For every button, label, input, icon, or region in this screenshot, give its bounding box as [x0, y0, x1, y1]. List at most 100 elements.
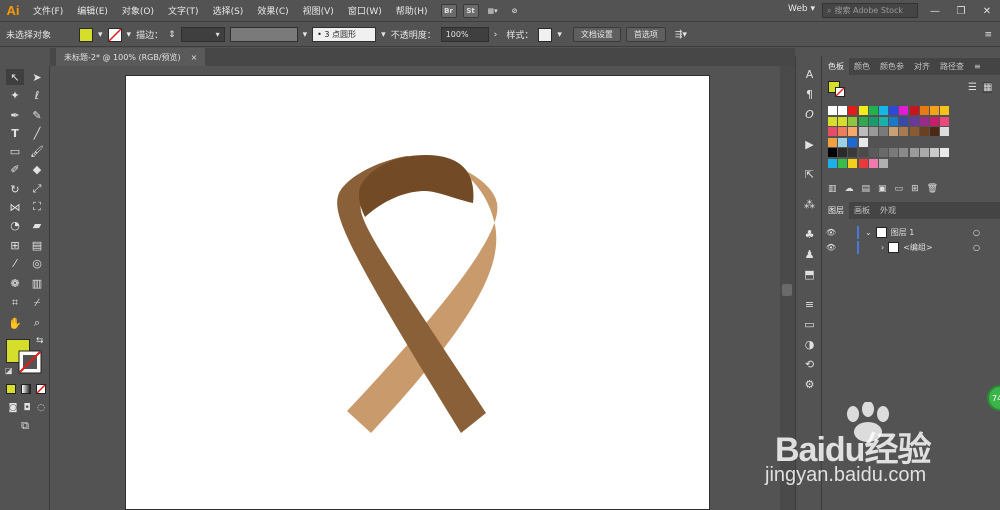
gradient-panel-icon[interactable]: ▭ — [801, 316, 818, 332]
swatch-chip[interactable] — [828, 106, 837, 115]
visibility-eye-icon[interactable]: 👁 — [823, 228, 839, 237]
grid-view-icon[interactable]: ▦ — [983, 82, 993, 93]
swatch-chip[interactable] — [828, 127, 837, 137]
lasso-tool-icon[interactable]: ℓ — [28, 87, 46, 103]
swatch-chip[interactable] — [919, 106, 929, 115]
close-icon[interactable]: ✕ — [974, 6, 1000, 17]
swatch-chip[interactable] — [879, 116, 888, 126]
swatch-chip[interactable] — [940, 127, 950, 137]
swatch-chip[interactable] — [868, 148, 878, 158]
swatch-chip[interactable] — [828, 148, 837, 158]
menu-type[interactable]: 文字(T) — [161, 4, 206, 17]
direct-selection-tool-icon[interactable]: ➤ — [28, 69, 46, 85]
stroke-stepper-icon[interactable]: ⇕ — [168, 30, 176, 40]
swatch-chip[interactable] — [909, 116, 919, 126]
settings-icon[interactable]: ⚙ — [801, 376, 818, 392]
opacity-field[interactable]: 100% — [440, 27, 489, 42]
swatch-chip[interactable] — [909, 127, 919, 137]
swatch-chip[interactable] — [909, 106, 919, 115]
bridge-icon[interactable]: Br — [440, 3, 457, 18]
swatch-chip[interactable] — [868, 127, 878, 137]
gradient-mode-icon[interactable] — [21, 384, 31, 394]
style-dropdown-icon[interactable]: ▾ — [557, 30, 562, 40]
swatch-chip[interactable] — [940, 106, 950, 115]
scrollbar-thumb[interactable] — [782, 284, 792, 296]
swatch-chip[interactable] — [889, 127, 899, 137]
actions-play-icon[interactable]: ▶ — [801, 136, 818, 152]
preferences-button[interactable]: 首选项 — [625, 27, 666, 42]
brush-definition-field[interactable]: • 3 点圆形 — [312, 27, 377, 42]
swatch-chip[interactable] — [838, 148, 848, 158]
swatch-chip[interactable] — [838, 127, 848, 137]
transform-panel-icon[interactable]: ⁂ — [801, 196, 818, 212]
workspace-switcher[interactable]: Web ▾ — [788, 4, 815, 14]
control-menu-icon[interactable]: ≡ — [984, 30, 992, 40]
swatch-chip[interactable] — [879, 106, 888, 115]
stroke-panel-icon[interactable]: ≡ — [801, 296, 818, 312]
swatch-options-icon[interactable]: ▣ — [878, 184, 895, 194]
swatch-chip[interactable] — [919, 148, 929, 158]
blend-tool-icon[interactable]: ◎ — [28, 255, 46, 271]
target-circle-icon[interactable]: ○ — [973, 243, 980, 252]
opacity-label[interactable]: 不透明度： — [391, 28, 436, 41]
swatch-chip[interactable] — [858, 148, 868, 158]
tab-artboards[interactable]: 画板 — [849, 202, 875, 219]
stroke-weight-field[interactable]: ▾ — [180, 27, 225, 42]
stroke-swatch[interactable] — [18, 350, 42, 374]
fill-dropdown-icon[interactable]: ▾ — [98, 30, 103, 40]
tab-align[interactable]: 对齐 — [909, 58, 935, 75]
swatch-chip[interactable] — [848, 127, 858, 137]
menu-help[interactable]: 帮助(H) — [389, 4, 435, 17]
swatch-chip[interactable] — [868, 106, 878, 115]
menu-file[interactable]: 文件(F) — [26, 4, 70, 17]
shaper-tool-icon[interactable]: ✐ — [6, 161, 24, 177]
hand-tool-icon[interactable]: ✋ — [6, 315, 24, 331]
stroke-none-swatch[interactable] — [107, 27, 122, 42]
none-mode-icon[interactable] — [36, 384, 46, 394]
type-tool-icon[interactable]: T — [6, 125, 24, 141]
swatch-chip[interactable] — [838, 116, 848, 126]
tab-appearance[interactable]: 外观 — [875, 202, 901, 219]
swatch-chip[interactable] — [838, 159, 848, 168]
target-circle-icon[interactable]: ○ — [973, 228, 980, 237]
swatch-chip[interactable] — [879, 127, 888, 137]
symbols-panel-icon[interactable]: ♣ — [801, 226, 818, 242]
expand-chevron-down-icon[interactable]: ⌄ — [865, 228, 872, 237]
swatch-chip[interactable] — [828, 116, 837, 126]
character-panel-icon[interactable]: A — [801, 66, 818, 82]
swap-fill-stroke-icon[interactable]: ⇆ — [36, 336, 44, 346]
menu-edit[interactable]: 编辑(E) — [70, 4, 115, 17]
new-swatch-icon[interactable]: ⊞ — [911, 184, 927, 194]
swatch-chip[interactable] — [899, 116, 909, 126]
swatch-chip[interactable] — [848, 148, 858, 158]
panel-menu-icon[interactable]: ≡ — [969, 58, 986, 75]
swatch-chip[interactable] — [940, 148, 950, 158]
swatch-chip[interactable] — [858, 116, 868, 126]
layer-row[interactable]: 👁 › <编组> ○ — [823, 240, 1000, 255]
swatch-chip[interactable] — [919, 127, 929, 137]
swatch-chip[interactable] — [899, 106, 909, 115]
swatch-chip[interactable] — [930, 106, 939, 115]
swatch-chip[interactable] — [858, 159, 868, 168]
symbol-sprayer-tool-icon[interactable]: ❁ — [6, 275, 24, 291]
paintbrush-tool-icon[interactable]: 🖌 — [28, 143, 46, 159]
width-tool-icon[interactable]: ⋈ — [6, 199, 24, 215]
gradient-tool-icon[interactable]: ▤ — [28, 237, 46, 253]
export-asset-icon[interactable]: ⇱ — [801, 166, 818, 182]
tab-layers[interactable]: 图层 — [823, 202, 849, 219]
swatch-chip[interactable] — [848, 137, 858, 147]
stroke-dropdown-icon[interactable]: ▾ — [127, 30, 132, 40]
opacity-expand-icon[interactable]: › — [494, 30, 498, 40]
current-stroke-swatch[interactable] — [835, 87, 845, 97]
close-tab-icon[interactable]: × — [191, 53, 198, 62]
swatch-libraries-icon[interactable]: ▥ — [828, 184, 845, 194]
slice-tool-icon[interactable]: ⌿ — [28, 295, 46, 311]
rectangle-tool-icon[interactable]: ▭ — [6, 143, 24, 159]
screen-mode-icon[interactable]: ⧉ — [16, 418, 34, 434]
perspective-grid-tool-icon[interactable]: ▰ — [28, 217, 46, 233]
opentype-panel-icon[interactable]: O — [801, 106, 818, 122]
list-view-icon[interactable]: ☰ — [968, 82, 977, 93]
swatch-chip[interactable] — [858, 127, 868, 137]
menu-window[interactable]: 窗口(W) — [341, 4, 389, 17]
magic-wand-tool-icon[interactable]: ✦ — [6, 87, 24, 103]
